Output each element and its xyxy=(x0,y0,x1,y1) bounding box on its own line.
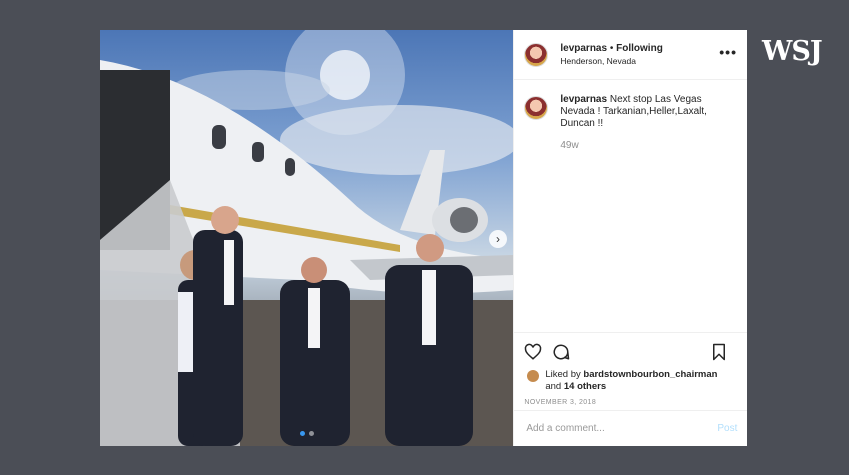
comment-input[interactable] xyxy=(524,422,718,435)
liker-avatar[interactable] xyxy=(527,370,540,382)
wsj-logo: WSJ xyxy=(762,36,823,67)
likes-summary: Liked by bardstownbourbon_chairman and 1… xyxy=(524,369,737,393)
post-comment-button[interactable]: Post xyxy=(717,423,737,434)
carousel-dot xyxy=(309,431,314,436)
carousel-indicator xyxy=(300,431,314,436)
caption-avatar[interactable] xyxy=(524,96,549,120)
liked-by-prefix: Liked by xyxy=(545,369,581,380)
caption-username-link[interactable]: levparnas xyxy=(560,94,607,105)
action-icons xyxy=(524,341,737,363)
separator-dot: • xyxy=(609,42,614,54)
bookmark-icon[interactable] xyxy=(711,343,727,361)
liked-by-and: and xyxy=(545,381,562,392)
liked-by-user-link[interactable]: bardstownbourbon_chairman xyxy=(583,369,717,380)
more-options-icon[interactable]: ••• xyxy=(719,44,737,60)
post-photo[interactable]: › xyxy=(100,30,514,446)
following-button[interactable]: Following xyxy=(616,43,663,54)
carousel-next-button[interactable]: › xyxy=(489,230,507,248)
location-link[interactable]: Henderson, Nevada xyxy=(560,55,662,67)
header-text: levparnas • Following Henderson, Nevada xyxy=(560,43,662,67)
comment-bar: Post xyxy=(514,410,748,446)
photo-illustration xyxy=(100,30,514,446)
others-link[interactable]: 14 others xyxy=(564,381,606,392)
post-date: NOVEMBER 3, 2018 xyxy=(524,399,597,406)
caption-body: levparnas Next stop Las Vegas Nevada ! T… xyxy=(560,94,737,152)
avatar[interactable] xyxy=(524,42,549,67)
username-link[interactable]: levparnas xyxy=(560,43,607,54)
post-header: levparnas • Following Henderson, Nevada … xyxy=(514,30,747,80)
instagram-post: › levparnas • Following Henderson, Nevad… xyxy=(100,30,748,446)
chevron-right-icon: › xyxy=(496,232,500,246)
carousel-dot xyxy=(300,431,305,436)
post-side-panel: levparnas • Following Henderson, Nevada … xyxy=(513,30,748,446)
caption: levparnas Next stop Las Vegas Nevada ! T… xyxy=(514,80,747,152)
heart-icon[interactable] xyxy=(524,343,542,361)
comment-icon[interactable] xyxy=(552,343,570,361)
post-actions: Liked by bardstownbourbon_chairman and 1… xyxy=(514,332,748,406)
time-ago[interactable]: 49w xyxy=(560,140,737,152)
